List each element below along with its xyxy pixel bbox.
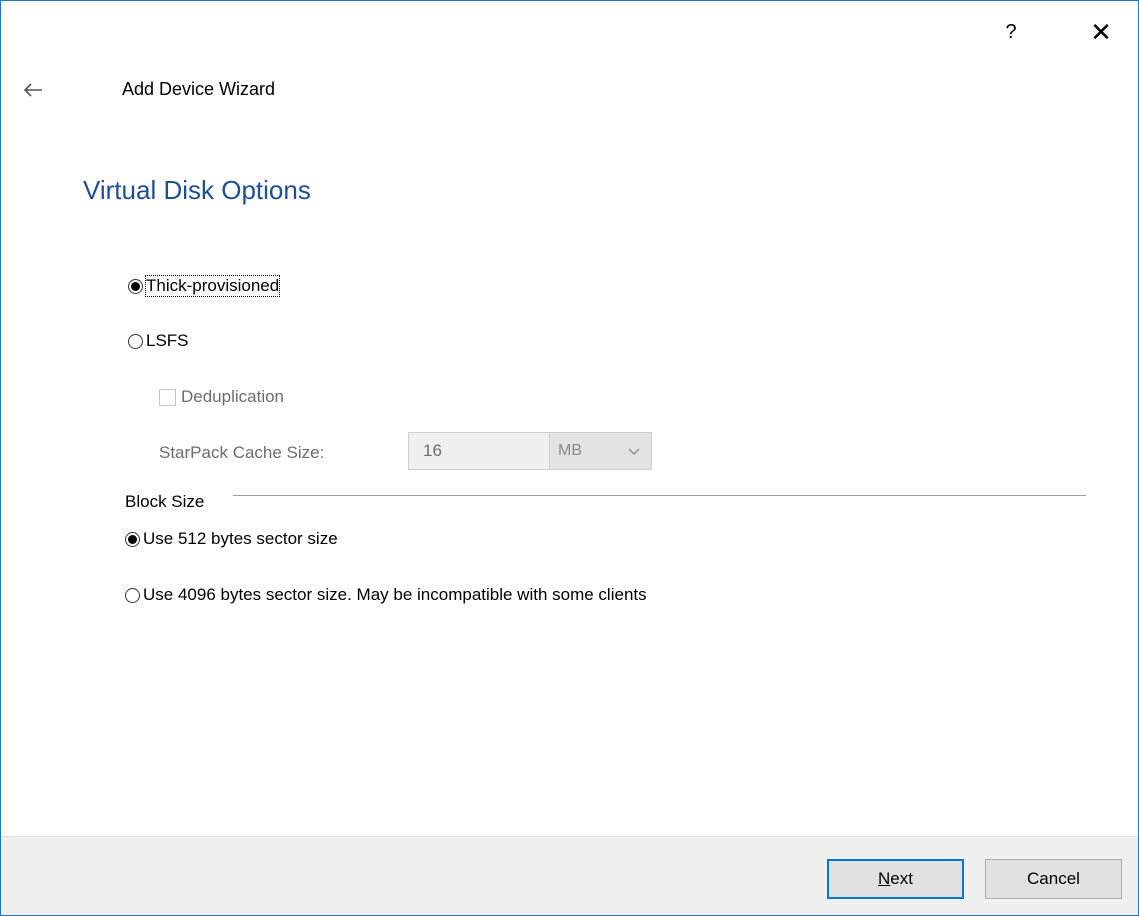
chevron-down-icon — [628, 448, 640, 455]
radio-4096-sector[interactable]: Use 4096 bytes sector size. May be incom… — [125, 585, 647, 605]
back-arrow-icon — [23, 83, 42, 97]
radio-lsfs[interactable]: LSFS — [128, 331, 189, 351]
cache-size-input[interactable]: 16 — [408, 432, 550, 470]
checkbox-label: Deduplication — [181, 387, 285, 406]
radio-button-selected[interactable] — [125, 531, 140, 547]
group-divider — [233, 495, 1086, 496]
deduplication-checkbox[interactable]: Deduplication — [159, 387, 284, 407]
radio-label: Use 512 bytes sector size — [143, 529, 338, 548]
radio-button[interactable] — [125, 587, 140, 603]
radio-thick-provisioned[interactable]: Thick-provisioned — [128, 275, 281, 297]
wizard-title: Add Device Wizard — [122, 79, 276, 99]
next-label: ext — [890, 869, 913, 888]
help-button[interactable]: ? — [991, 15, 1031, 49]
radio-button[interactable] — [128, 333, 143, 349]
block-size-group-label: Block Size — [125, 492, 211, 512]
cancel-button[interactable]: Cancel — [985, 859, 1122, 899]
help-icon: ? — [1005, 20, 1017, 43]
cache-size-label: StarPack Cache Size: — [159, 443, 325, 462]
next-button[interactable]: Next — [827, 859, 964, 899]
radio-label: LSFS — [146, 331, 189, 350]
footer-bar: Next Cancel — [1, 836, 1138, 915]
close-button[interactable]: ✕ — [1081, 15, 1121, 49]
radio-button-selected[interactable] — [128, 278, 143, 294]
checkbox-box[interactable] — [159, 388, 176, 406]
cache-unit-value: MB — [558, 442, 582, 459]
wizard-window: ? ✕ Add Device Wizard Virtual Disk Optio… — [0, 0, 1139, 916]
radio-label: Use 4096 bytes sector size. May be incom… — [143, 585, 647, 604]
radio-label: Thick-provisioned — [144, 275, 281, 297]
close-icon: ✕ — [1090, 16, 1112, 47]
next-mnemonic: N — [878, 869, 891, 888]
back-button[interactable] — [17, 75, 49, 105]
page-heading: Virtual Disk Options — [83, 175, 311, 205]
radio-512-sector[interactable]: Use 512 bytes sector size — [125, 529, 338, 549]
cache-unit-select[interactable]: MB — [550, 432, 652, 470]
